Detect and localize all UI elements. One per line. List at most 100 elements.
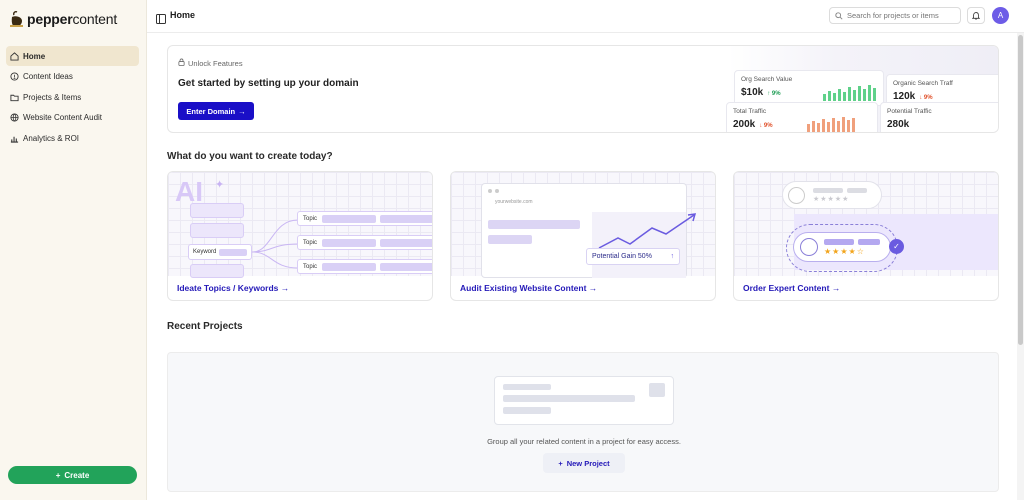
stars-rating-icon: ★★★★★ — [813, 196, 850, 203]
unlock-features-label: Unlock Features — [178, 58, 243, 68]
placeholder-bar — [503, 407, 551, 414]
scrollbar-thumb[interactable] — [1018, 35, 1023, 345]
user-avatar[interactable]: A — [992, 7, 1009, 24]
create-button[interactable]: + Create — [8, 466, 137, 484]
search-input[interactable] — [847, 11, 957, 20]
spark-bar — [852, 118, 855, 132]
placeholder-bar — [824, 239, 854, 245]
card-title: Audit Existing Website Content → — [460, 283, 597, 293]
page-block — [488, 220, 580, 229]
sidebar-item-label: Analytics & ROI — [23, 133, 80, 143]
recent-projects-empty-state: Group all your related content in a proj… — [167, 352, 999, 492]
placeholder-bar — [503, 395, 635, 402]
create-section-heading: What do you want to create today? — [167, 151, 333, 162]
sidebar-item-label: Home — [23, 51, 46, 61]
potential-gain-chip: Potential Gain 50% ↑ — [586, 248, 680, 265]
lightbulb-icon — [10, 72, 19, 81]
pepper-logo-icon — [10, 10, 23, 27]
spark-bar — [842, 117, 845, 132]
arrow-right-icon: → — [280, 283, 290, 293]
enter-domain-button[interactable]: Enter Domain → — [178, 102, 254, 120]
placeholder-box — [190, 203, 244, 218]
ideate-illustration: AI ✦ Keyword Topic Topic Topic — [168, 172, 432, 278]
stat-card-total-traffic: Total Traffic 200k ↓ 9% — [726, 102, 878, 132]
domain-setup-banner: Unlock Features Get started by setting u… — [167, 45, 999, 133]
spark-bar — [812, 121, 815, 132]
brand-name-part2: content — [72, 11, 118, 27]
topic-label: Topic — [303, 264, 318, 270]
order-expert-content-card[interactable]: ★★★★★ ★★★★☆ ✓ Order Expert Content → — [733, 171, 999, 301]
home-icon — [10, 51, 19, 61]
banner-title: Get started by setting up your domain — [178, 78, 359, 89]
sidebar-item-home[interactable]: Home — [6, 46, 139, 66]
topic-node: Topic — [297, 259, 432, 274]
placeholder-box — [190, 223, 244, 238]
stat-card-potential-traffic: Potential Traffic 280k — [880, 102, 998, 132]
keyword-node: Keyword — [188, 244, 252, 260]
enter-domain-label: Enter Domain — [186, 106, 236, 116]
card-title-text: Ideate Topics / Keywords — [177, 283, 279, 293]
keyword-label: Keyword — [193, 249, 217, 255]
notifications-button[interactable] — [967, 7, 985, 24]
search-box[interactable] — [829, 7, 961, 24]
search-icon — [835, 7, 843, 25]
stat-label: Organic Search Traff — [893, 80, 953, 87]
stat-change-value: 9% — [763, 123, 773, 129]
placeholder-bar — [847, 188, 867, 193]
expert-illustration: ★★★★★ ★★★★☆ ✓ — [734, 172, 998, 276]
audit-website-card[interactable]: yourwebsite.com Potential Gain 50% ↑ Aud… — [450, 171, 716, 301]
topic-label: Topic — [303, 240, 318, 246]
placeholder-bar — [858, 239, 880, 245]
check-circle-icon: ✓ — [889, 239, 904, 254]
user-avatar-icon — [788, 187, 805, 204]
stat-card-org-search-value: Org Search Value $10k ↑ 9% — [734, 70, 884, 106]
placeholder-bar — [322, 215, 376, 223]
spark-bar — [827, 122, 830, 132]
sidebar-item-content-ideas[interactable]: Content Ideas — [6, 67, 139, 87]
card-title: Ideate Topics / Keywords → — [177, 283, 289, 293]
stat-value: 120k ↓ 9% — [893, 91, 998, 102]
placeholder-bar — [322, 263, 376, 271]
stat-change-value: 9% — [923, 95, 933, 101]
spark-bar — [868, 85, 871, 101]
placeholder-bar — [322, 239, 376, 247]
sidebar-item-analytics[interactable]: Analytics & ROI — [6, 128, 139, 148]
placeholder-bar — [380, 263, 432, 271]
spark-bar — [847, 120, 850, 132]
ideate-topics-card[interactable]: AI ✦ Keyword Topic Topic Topic Ideate To… — [167, 171, 433, 301]
placeholder-bar — [219, 249, 247, 256]
topic-label: Topic — [303, 216, 318, 222]
spark-bar — [832, 118, 835, 132]
recent-projects-heading: Recent Projects — [167, 321, 243, 332]
empty-state-illustration — [494, 376, 674, 425]
expert-card-inner: ★★★★☆ — [793, 232, 891, 262]
create-button-label: Create — [64, 470, 90, 480]
sidebar-item-projects[interactable]: Projects & Items — [6, 87, 139, 107]
spark-bar — [822, 119, 825, 132]
placeholder-bar — [813, 188, 843, 193]
arrow-right-icon: → — [238, 106, 246, 116]
placeholder-box — [190, 264, 244, 278]
browser-url: yourwebsite.com — [495, 199, 533, 205]
new-project-button[interactable]: + New Project — [543, 453, 625, 473]
lock-icon — [178, 58, 185, 68]
browser-dot — [488, 189, 492, 193]
brand-name-part1: pepper — [27, 11, 73, 27]
audit-illustration: yourwebsite.com Potential Gain 50% ↑ — [451, 172, 715, 278]
sidebar-item-label: Projects & Items — [23, 92, 82, 102]
stat-change-down: ↓ 9% — [919, 95, 933, 101]
page-title: Home — [170, 10, 196, 20]
stat-label: Potential Traffic — [887, 108, 932, 115]
app-root: peppercontent Home Content Ideas Project… — [0, 0, 1024, 500]
unlock-features-text: Unlock Features — [188, 58, 243, 68]
page-scrollbar[interactable] — [1017, 33, 1024, 500]
sidebar-item-website-audit[interactable]: Website Content Audit — [6, 108, 139, 128]
stat-label: Total Traffic — [733, 108, 767, 115]
stat-change-up: ↑ 9% — [767, 91, 781, 97]
sidebar-toggle-icon[interactable] — [156, 11, 166, 29]
topic-node: Topic — [297, 211, 432, 226]
spark-bar — [848, 87, 851, 101]
brand-logo[interactable]: peppercontent — [10, 9, 117, 29]
expert-card: ★★★★☆ ✓ — [786, 224, 904, 272]
arrow-right-icon: → — [831, 283, 841, 293]
